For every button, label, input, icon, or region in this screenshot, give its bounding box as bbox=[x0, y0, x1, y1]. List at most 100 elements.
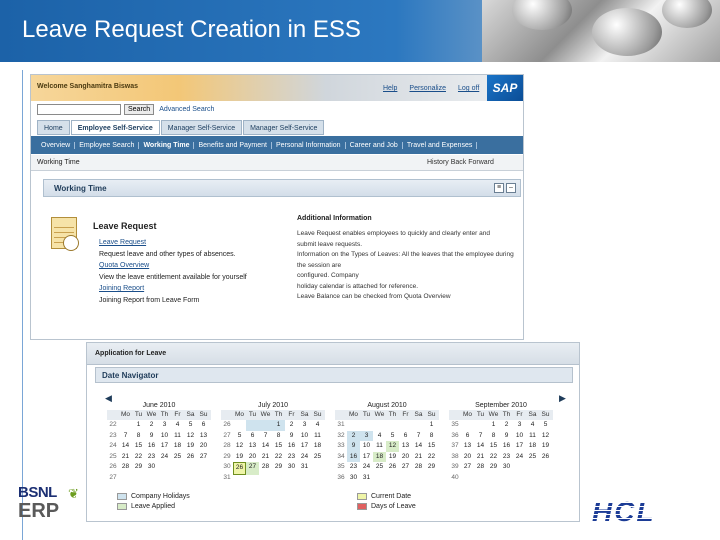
menu-icon[interactable]: ≡ bbox=[494, 183, 504, 193]
day-cell[interactable]: 19 bbox=[539, 441, 552, 452]
day-cell[interactable]: 11 bbox=[526, 431, 539, 442]
day-cell[interactable]: 10 bbox=[513, 431, 526, 442]
day-cell[interactable]: 28 bbox=[412, 462, 425, 473]
day-cell[interactable]: 2 bbox=[500, 420, 513, 431]
day-cell[interactable]: 27 bbox=[197, 452, 210, 463]
tab-manager-self-service-2[interactable]: Manager Self-Service bbox=[243, 120, 325, 135]
day-cell[interactable]: 21 bbox=[412, 452, 425, 463]
day-cell[interactable]: 1 bbox=[272, 420, 285, 431]
day-cell[interactable]: 9 bbox=[145, 431, 158, 442]
week-number[interactable]: 28 bbox=[221, 441, 233, 452]
day-cell[interactable]: 26 bbox=[386, 462, 399, 473]
day-cell[interactable] bbox=[347, 420, 360, 431]
day-cell[interactable]: 16 bbox=[347, 451, 360, 462]
day-cell[interactable] bbox=[171, 462, 184, 473]
day-cell[interactable] bbox=[311, 473, 324, 484]
week-number[interactable]: 25 bbox=[107, 452, 119, 463]
day-cell[interactable] bbox=[412, 473, 425, 484]
day-cell[interactable] bbox=[399, 420, 412, 431]
day-cell[interactable]: 21 bbox=[259, 452, 272, 463]
day-cell[interactable]: 28 bbox=[119, 462, 132, 473]
day-cell[interactable]: 20 bbox=[461, 452, 474, 463]
week-number[interactable]: 34 bbox=[335, 452, 347, 463]
day-cell[interactable]: 27 bbox=[461, 462, 474, 473]
day-cell[interactable]: 5 bbox=[539, 420, 552, 431]
day-cell[interactable] bbox=[119, 473, 132, 484]
day-cell[interactable]: 4 bbox=[171, 420, 184, 431]
day-cell[interactable] bbox=[132, 473, 145, 484]
day-cell[interactable]: 12 bbox=[233, 441, 246, 452]
day-cell[interactable]: 8 bbox=[487, 431, 500, 442]
day-cell[interactable]: 20 bbox=[399, 452, 412, 463]
day-cell[interactable]: 7 bbox=[259, 431, 272, 442]
day-cell[interactable] bbox=[233, 473, 246, 484]
nav-personal-information[interactable]: Personal Information bbox=[272, 141, 346, 149]
day-cell[interactable]: 30 bbox=[145, 462, 158, 473]
logoff-link[interactable]: Log off bbox=[458, 85, 479, 92]
help-link[interactable]: Help bbox=[383, 85, 397, 92]
day-cell[interactable] bbox=[184, 473, 197, 484]
advanced-search-link[interactable]: Advanced Search bbox=[159, 106, 214, 113]
nav-travel-expenses[interactable]: Travel and Expenses bbox=[403, 141, 478, 149]
day-cell[interactable]: 11 bbox=[311, 431, 324, 442]
week-number[interactable]: 26 bbox=[107, 462, 119, 473]
day-cell[interactable]: 5 bbox=[233, 431, 246, 442]
search-button[interactable]: Search bbox=[124, 104, 155, 115]
week-number[interactable]: 35 bbox=[449, 420, 461, 431]
day-cell[interactable]: 2 bbox=[145, 420, 158, 431]
week-number[interactable]: 39 bbox=[449, 462, 461, 473]
day-cell[interactable]: 22 bbox=[425, 452, 438, 463]
day-cell[interactable] bbox=[184, 462, 197, 473]
day-cell[interactable]: 13 bbox=[399, 441, 412, 452]
day-cell[interactable]: 9 bbox=[500, 431, 513, 442]
day-cell[interactable]: 25 bbox=[311, 452, 324, 463]
day-cell[interactable] bbox=[513, 462, 526, 473]
leave-request-link[interactable]: Leave Request bbox=[99, 237, 247, 249]
joining-report-link[interactable]: Joining Report bbox=[99, 283, 247, 295]
day-cell[interactable]: 4 bbox=[526, 420, 539, 431]
day-cell[interactable]: 2 bbox=[347, 430, 360, 441]
day-cell[interactable]: 20 bbox=[246, 452, 259, 463]
day-cell[interactable] bbox=[412, 420, 425, 431]
day-cell[interactable] bbox=[539, 473, 552, 484]
day-cell[interactable] bbox=[171, 473, 184, 484]
day-cell[interactable]: 24 bbox=[513, 452, 526, 463]
day-cell[interactable]: 29 bbox=[425, 462, 438, 473]
day-cell[interactable]: 20 bbox=[197, 441, 210, 452]
quota-overview-link[interactable]: Quota Overview bbox=[99, 260, 247, 272]
day-cell[interactable] bbox=[246, 420, 259, 431]
day-cell[interactable]: 15 bbox=[487, 441, 500, 452]
day-cell[interactable]: 4 bbox=[373, 431, 386, 442]
day-cell[interactable]: 8 bbox=[425, 431, 438, 442]
day-cell[interactable]: 17 bbox=[298, 441, 311, 452]
day-cell[interactable]: 29 bbox=[132, 462, 145, 473]
day-cell[interactable]: 22 bbox=[132, 452, 145, 463]
day-cell[interactable]: 30 bbox=[347, 473, 360, 484]
day-cell[interactable]: 5 bbox=[184, 420, 197, 431]
day-cell[interactable]: 24 bbox=[298, 452, 311, 463]
nav-benefits-payment[interactable]: Benefits and Payment bbox=[194, 141, 272, 149]
day-cell[interactable]: 14 bbox=[412, 441, 425, 452]
week-number[interactable]: 38 bbox=[449, 452, 461, 463]
day-cell[interactable] bbox=[513, 473, 526, 484]
week-number[interactable]: 27 bbox=[221, 431, 233, 442]
week-number[interactable]: 32 bbox=[335, 431, 347, 442]
day-cell[interactable]: 19 bbox=[233, 452, 246, 463]
day-cell[interactable]: 18 bbox=[526, 441, 539, 452]
day-cell[interactable] bbox=[298, 473, 311, 484]
day-cell[interactable]: 9 bbox=[285, 431, 298, 442]
day-cell[interactable] bbox=[285, 473, 298, 484]
tab-manager-self-service[interactable]: Manager Self-Service bbox=[160, 120, 243, 135]
day-cell[interactable]: 28 bbox=[474, 462, 487, 473]
day-cell[interactable] bbox=[360, 420, 373, 431]
day-cell[interactable]: 17 bbox=[158, 441, 171, 452]
week-number[interactable]: 37 bbox=[449, 441, 461, 452]
day-cell[interactable]: 18 bbox=[171, 441, 184, 452]
week-number[interactable]: 27 bbox=[107, 473, 119, 484]
week-number[interactable]: 36 bbox=[335, 473, 347, 484]
day-cell[interactable]: 6 bbox=[461, 431, 474, 442]
day-cell[interactable]: 21 bbox=[119, 452, 132, 463]
week-number[interactable]: 40 bbox=[449, 473, 461, 484]
week-number[interactable]: 35 bbox=[335, 462, 347, 473]
day-cell[interactable]: 26 bbox=[184, 452, 197, 463]
